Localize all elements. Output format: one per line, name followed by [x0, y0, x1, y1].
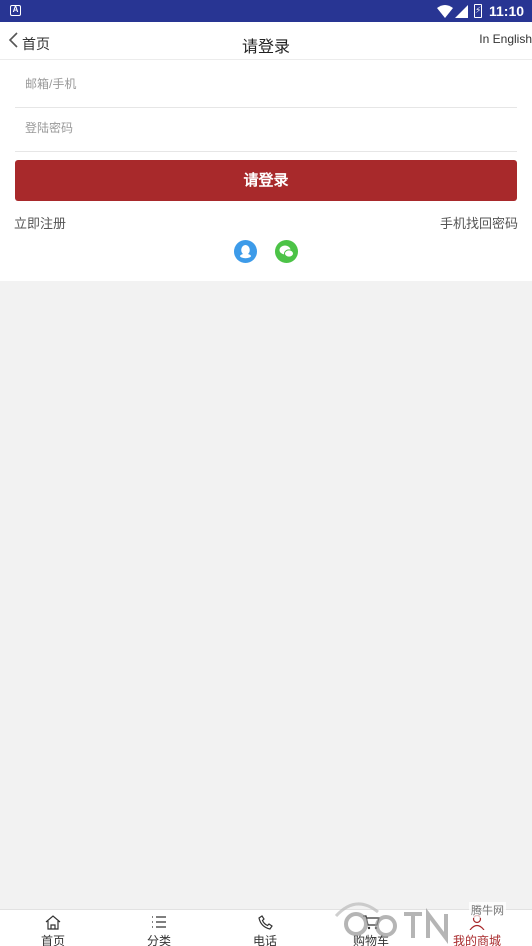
wifi-icon: [437, 5, 453, 18]
account-field-row: [15, 64, 517, 108]
login-button[interactable]: 请登录: [15, 160, 517, 201]
clock: 11:10: [489, 3, 525, 19]
account-input[interactable]: [25, 77, 505, 91]
tab-category[interactable]: 分类: [106, 910, 212, 946]
tab-home-label: 首页: [40, 934, 65, 946]
phone-icon: [258, 915, 273, 930]
qq-icon: [240, 245, 251, 259]
password-input[interactable]: [25, 121, 505, 135]
app-notification-icon: A: [10, 5, 21, 16]
language-switch-link[interactable]: In English: [479, 32, 532, 46]
register-link[interactable]: 立即注册: [14, 213, 66, 232]
recover-password-link[interactable]: 手机找回密码: [440, 213, 518, 232]
watermark-qqtn-logo: [334, 902, 448, 944]
tab-phone-label: 电话: [252, 934, 277, 946]
battery-charging-icon: ⚡: [474, 4, 482, 18]
watermark-brand-text: 腾牛网: [469, 902, 506, 918]
login-form: 请登录 立即注册 手机找回密码: [0, 60, 532, 281]
tab-home[interactable]: 首页: [0, 910, 106, 946]
signal-icon: [455, 5, 468, 18]
tab-phone[interactable]: 电话: [212, 910, 318, 946]
list-icon: [152, 916, 166, 928]
home-icon: [45, 915, 61, 930]
wechat-login-button[interactable]: [275, 240, 298, 263]
page-title: 请登录: [241, 39, 290, 56]
status-bar: A ⚡ 11:10: [0, 0, 532, 22]
tab-category-label: 分类: [146, 934, 171, 946]
qq-login-button[interactable]: [234, 240, 257, 263]
password-field-row: [15, 108, 517, 152]
watermark-logo: 腾牛网: [326, 888, 526, 946]
wechat-icon: [279, 245, 294, 258]
top-navigation-bar: 首页 请登录 In English: [0, 22, 532, 60]
